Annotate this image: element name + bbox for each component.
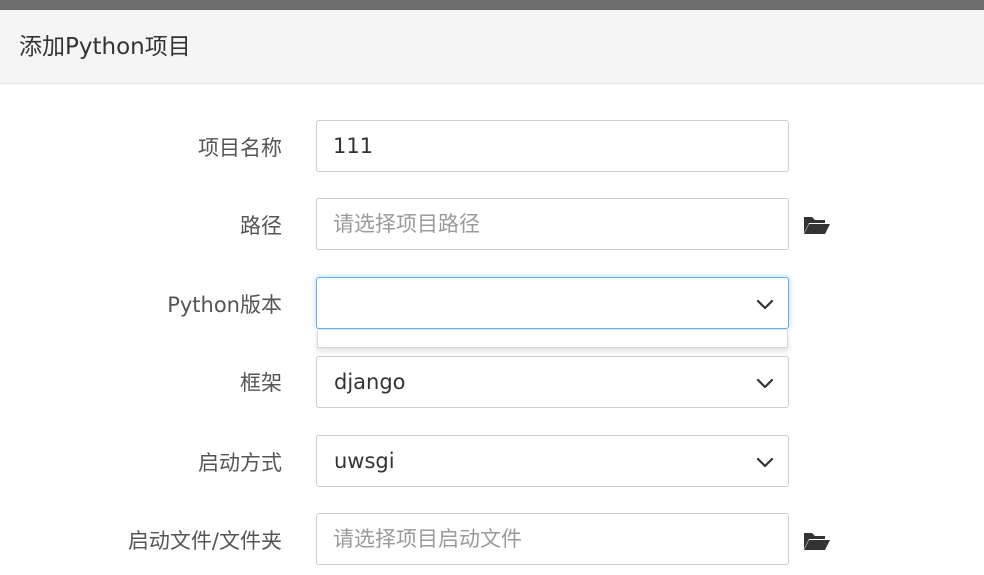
chevron-down-icon (756, 299, 774, 310)
startup-file-field[interactable] (316, 513, 789, 565)
folder-open-icon (804, 533, 830, 550)
path-label: 路径 (240, 214, 282, 238)
project-name-label: 项目名称 (198, 136, 282, 160)
path-input[interactable] (317, 199, 788, 249)
project-name-input[interactable] (317, 121, 788, 171)
path-field[interactable] (316, 198, 789, 250)
python-version-select[interactable] (316, 277, 789, 329)
folder-open-icon (804, 217, 830, 234)
python-version-label: Python版本 (167, 293, 282, 317)
project-name-field[interactable] (316, 120, 789, 172)
framework-value: django (334, 370, 406, 394)
top-bar (0, 0, 984, 10)
framework-select[interactable]: django (316, 356, 789, 408)
framework-label: 框架 (240, 371, 282, 395)
startup-file-browse-button[interactable] (802, 529, 832, 553)
startup-file-label: 启动文件/文件夹 (127, 529, 282, 553)
startup-mode-select[interactable]: uwsgi (316, 435, 789, 487)
startup-file-input[interactable] (317, 514, 788, 564)
path-browse-button[interactable] (802, 213, 832, 237)
dialog-header: 添加Python项目 (0, 10, 984, 84)
chevron-down-icon (756, 378, 774, 389)
chevron-down-icon (756, 457, 774, 468)
startup-mode-value: uwsgi (334, 449, 395, 473)
dialog-title: 添加Python项目 (19, 34, 191, 60)
startup-mode-label: 启动方式 (198, 451, 282, 475)
python-version-dropdown-list[interactable] (317, 330, 788, 348)
